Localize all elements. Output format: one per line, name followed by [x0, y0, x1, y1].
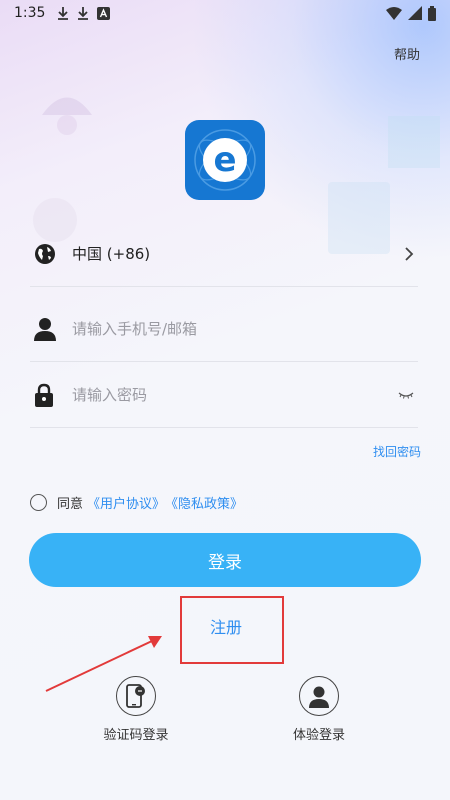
- agreement-row: 同意 《用户协议》 《隐私政策》: [30, 493, 243, 512]
- window-decoration-icon: [388, 116, 440, 168]
- lock-icon: [34, 383, 62, 407]
- person-icon: [299, 676, 339, 716]
- login-button[interactable]: 登录: [29, 533, 421, 587]
- guest-login-option[interactable]: 体验登录: [259, 676, 379, 743]
- guest-login-label: 体验登录: [292, 728, 345, 743]
- lamp-decoration-icon: [42, 97, 92, 135]
- status-bar: 1:35: [0, 0, 450, 26]
- region-selector[interactable]: 中国 (+86): [30, 221, 418, 287]
- agree-radio[interactable]: [30, 494, 47, 511]
- signal-icon: [408, 6, 422, 20]
- register-label: 注册: [210, 618, 243, 637]
- status-system-icons: [386, 5, 436, 21]
- wifi-icon: [386, 6, 402, 20]
- download-icon: [58, 7, 69, 20]
- eye-closed-icon[interactable]: [398, 391, 414, 399]
- battery-icon: [428, 5, 436, 21]
- logo-letter: e: [203, 138, 247, 182]
- font-icon: [97, 6, 111, 20]
- password-row: [30, 362, 418, 428]
- agree-prefix: 同意: [57, 497, 84, 512]
- forgot-password-link[interactable]: 找回密码: [373, 443, 421, 460]
- status-notification-icons: [57, 6, 111, 20]
- status-time: 1:35: [14, 5, 46, 21]
- password-input[interactable]: [72, 385, 398, 404]
- user-icon: [34, 317, 62, 341]
- register-button[interactable]: 注册: [180, 596, 284, 664]
- sms-login-label: 验证码登录: [103, 728, 169, 743]
- help-link[interactable]: 帮助: [394, 44, 420, 63]
- user-agreement-link[interactable]: 《用户协议》: [87, 493, 165, 512]
- download-icon: [78, 7, 89, 20]
- phone-message-icon: [116, 676, 156, 716]
- sms-login-option[interactable]: 验证码登录: [76, 676, 196, 743]
- region-label: 中国 (+86): [72, 245, 151, 263]
- privacy-policy-link[interactable]: 《隐私政策》: [165, 493, 243, 512]
- app-logo: e: [185, 120, 265, 200]
- globe-icon: [34, 243, 62, 265]
- phone-email-row: [30, 296, 418, 362]
- phone-email-input[interactable]: [72, 319, 418, 338]
- chevron-right-icon: [404, 246, 414, 262]
